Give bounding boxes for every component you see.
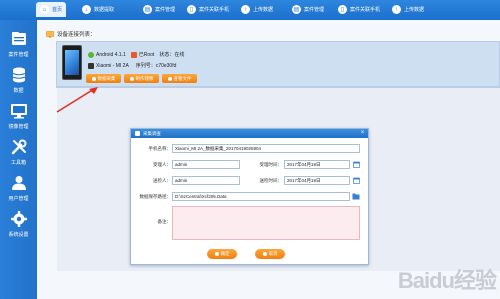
device-info-line2: Xiaomi - MI 2A 序列号： c70e30fd [88, 62, 176, 69]
inspect-time-label: 送检时间： [259, 178, 283, 183]
save-path-label: 数据保存路径： [139, 194, 172, 199]
sidebar-item-tools[interactable]: 工具箱 [0, 133, 37, 169]
tab-data-extract[interactable]: ↓ 数据提取 [82, 2, 114, 17]
case-icon: ▤ [143, 5, 152, 14]
section-title: 设备连接列表： [46, 30, 96, 38]
sidebar-item-settings[interactable]: 系统设置 [0, 205, 37, 241]
cancel-button[interactable]: 取消 [255, 249, 285, 259]
ok-button[interactable]: 确定 [207, 249, 237, 259]
receive-time-field[interactable]: 2017年04月19日 [284, 160, 350, 169]
note-textarea[interactable] [172, 206, 360, 240]
upload-icon: ↑ [392, 5, 401, 14]
tab-case-phone[interactable]: ▯ 案件关联手机 [187, 2, 229, 17]
dialog-icon [135, 131, 140, 136]
sidebar-item-users[interactable]: 用户管理 [0, 169, 37, 205]
calendar-icon[interactable] [352, 160, 360, 168]
phone-screen [65, 50, 79, 75]
tools-icon [11, 139, 26, 154]
calendar-icon[interactable] [352, 176, 360, 184]
home-icon: ⌂ [40, 5, 49, 14]
view-files-button[interactable]: 查看文件 [162, 74, 197, 83]
case-icon: ▤ [292, 5, 301, 14]
database-icon [12, 67, 25, 82]
receive-time-label: 受理时间： [259, 162, 283, 167]
file-icon [167, 76, 172, 81]
dialog-title: 采集调查 [143, 130, 161, 136]
sidebar-item-mirror[interactable]: 镜像管理 [0, 97, 37, 133]
folder-browse-icon[interactable] [352, 192, 360, 200]
receiver-field[interactable]: admin [172, 160, 240, 169]
mirror-icon [129, 76, 134, 81]
collect-icon [91, 76, 96, 81]
gear-icon [10, 210, 27, 227]
data-collect-button[interactable]: 数据采集 [86, 74, 121, 83]
xiaomi-icon [88, 62, 94, 69]
dialog-header: 采集调查 [131, 129, 368, 138]
save-path-field[interactable]: D:\SzCentral\Xcf205.Data [172, 192, 350, 201]
lock-icon [130, 51, 137, 58]
folder-icon [11, 31, 26, 45]
phone-name-label: 手机名称： [148, 146, 172, 151]
device-info-line1: Android 4.1.1 已Root 状态： 在线 [88, 51, 184, 58]
monitor-small-icon [46, 30, 54, 38]
phone-icon: ▯ [187, 5, 196, 14]
phone-image [62, 45, 82, 80]
tab-home[interactable]: ⌂ 首页 [36, 2, 67, 17]
watermark: Baidu经验 [397, 268, 497, 293]
extract-icon: ↓ [82, 5, 91, 14]
close-icon[interactable]: × [359, 130, 366, 137]
tab-upload[interactable]: ↑ 上传数据 [241, 2, 273, 17]
inspector-field[interactable]: admin [172, 176, 240, 185]
note-label: 备注： [157, 219, 172, 224]
phone-icon: ▯ [338, 5, 347, 14]
tab-case-manage[interactable]: ▤ 案件管理 [143, 2, 175, 17]
annotation-arrow-icon [56, 87, 98, 113]
inspector-label: 送检人： [153, 178, 171, 183]
sidebar-item-case[interactable]: 案件管理 [0, 25, 37, 61]
monitor-icon [10, 103, 27, 118]
inspect-time-field[interactable]: 2017年04月19日 [284, 176, 350, 185]
check-icon [214, 252, 219, 256]
tab-case-manage-2[interactable]: ▤ 案件管理 [292, 2, 324, 17]
android-icon [88, 51, 94, 58]
user-icon [11, 175, 26, 190]
make-mirror-button[interactable]: 制作镜像 [124, 74, 159, 83]
receiver-label: 受理人： [153, 162, 171, 167]
sidebar-item-data[interactable]: 数据 [0, 61, 37, 97]
collect-dialog: 采集调查 × 手机名称： Xiaomi_MI 2A_数据采集_201704190… [130, 128, 369, 265]
phone-name-field[interactable]: Xiaomi_MI 2A_数据采集_20170419025904 [172, 144, 360, 153]
cancel-icon [262, 252, 267, 256]
tab-upload-2[interactable]: ↑ 上传数据 [392, 2, 424, 17]
tab-case-phone-2[interactable]: ▯ 案件关联手机 [338, 2, 380, 17]
upload-icon: ↑ [241, 5, 250, 14]
